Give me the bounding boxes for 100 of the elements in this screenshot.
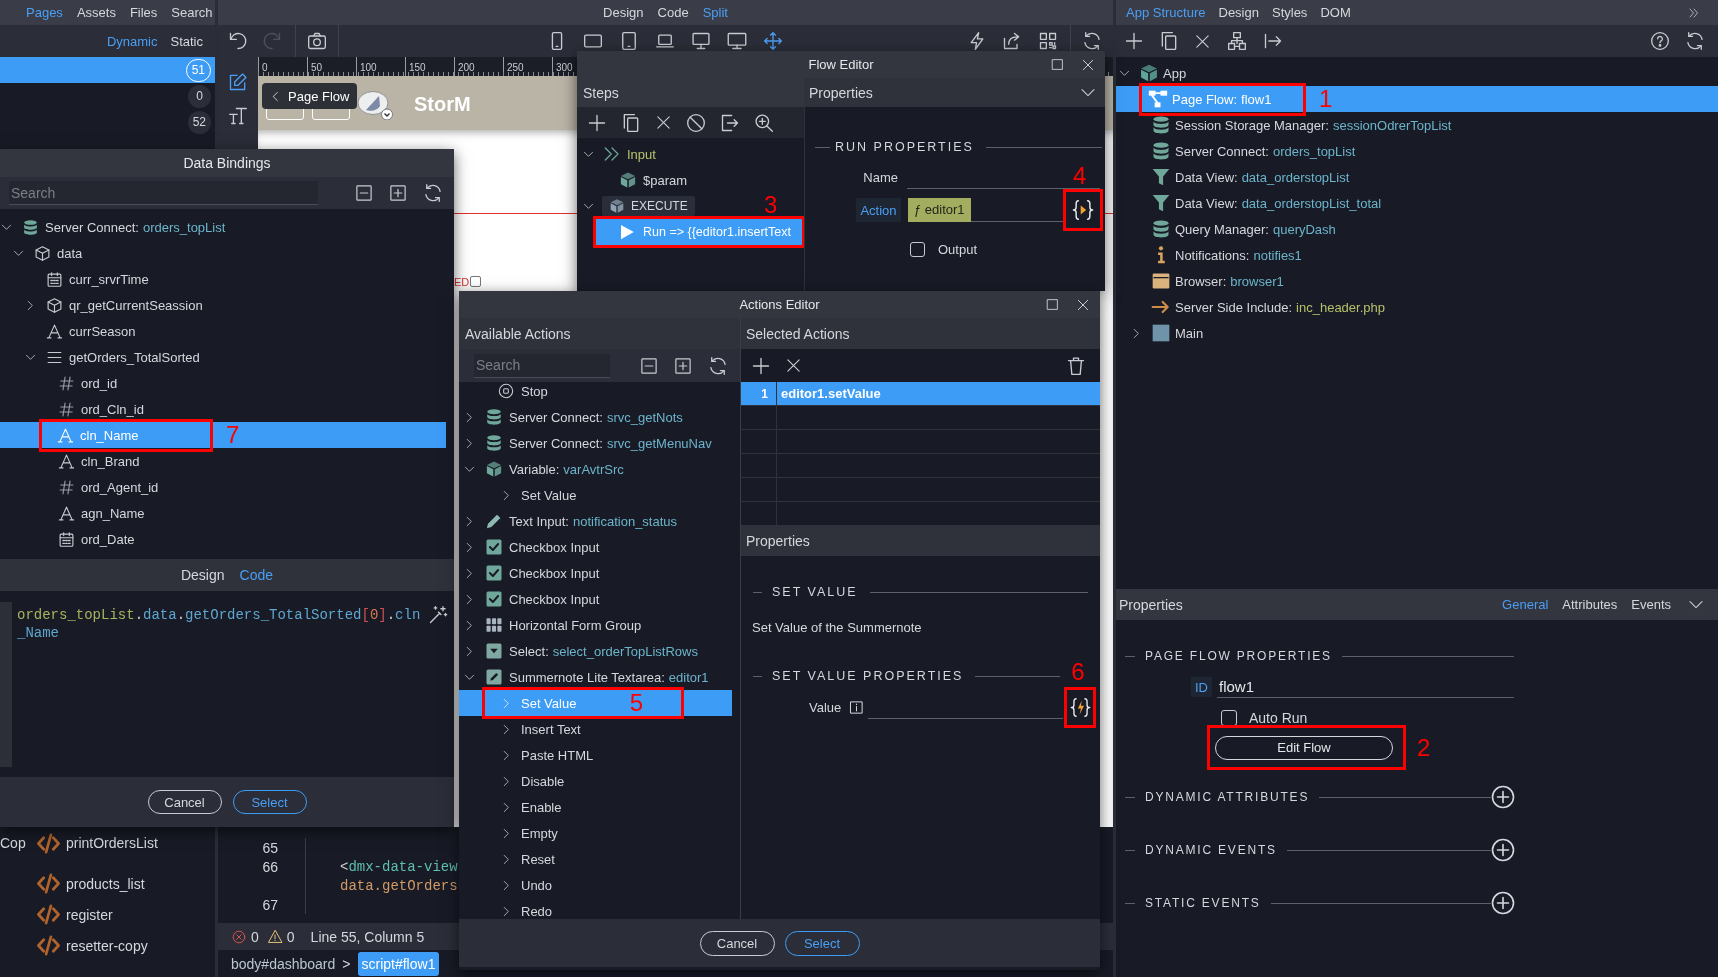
editor-tab[interactable]: Code <box>239 568 274 582</box>
expand-all-icon[interactable] <box>674 356 692 375</box>
braces-lightning-icon[interactable] <box>1069 696 1091 718</box>
tree-item[interactable]: Disable <box>459 768 732 794</box>
share-icon[interactable] <box>1002 31 1022 51</box>
monitor-icon[interactable] <box>727 31 747 51</box>
tree-item[interactable]: Select: select_orderTopListRows <box>459 638 732 664</box>
tree-item[interactable]: ord_Cln_id <box>0 396 446 422</box>
tree-item[interactable]: Session Storage Manager: sessionOdrerTopList <box>1116 112 1718 138</box>
plus-circle-icon[interactable] <box>1491 891 1515 915</box>
panel-tab[interactable]: App Structure <box>1126 6 1206 19</box>
file-name[interactable]: resetter-copy <box>66 938 148 953</box>
tree-item[interactable]: Insert Text <box>459 716 732 742</box>
search-field[interactable]: Search <box>474 353 610 378</box>
search-field[interactable]: Search <box>9 181 318 205</box>
trash-icon[interactable] <box>1066 355 1086 376</box>
tree-item[interactable]: $param <box>619 169 692 191</box>
close-icon[interactable] <box>785 357 802 374</box>
tree-item[interactable]: Summernote Lite Textarea: editor1 <box>459 664 732 690</box>
tree-item[interactable]: ord_Date <box>0 526 446 552</box>
tree-item[interactable]: curr_srvrTime <box>0 266 446 292</box>
checkbox[interactable] <box>470 276 481 287</box>
copy-icon[interactable] <box>621 112 641 133</box>
arrow-to-right-icon[interactable] <box>1263 31 1283 51</box>
panel-tab[interactable]: Files <box>129 6 158 19</box>
properties-tab[interactable]: General <box>1502 598 1549 611</box>
checkbox[interactable] <box>1221 710 1237 726</box>
desktop-icon[interactable] <box>691 31 711 51</box>
expand-all-icon[interactable] <box>389 184 407 202</box>
editor-tab[interactable]: Design <box>180 568 225 582</box>
tree-item[interactable]: qr_getCurrentSeassion <box>0 292 446 318</box>
tree-item[interactable]: Data View: data_orderstopList <box>1116 164 1718 190</box>
properties-tab[interactable]: Attributes <box>1562 598 1618 611</box>
plus-icon[interactable] <box>751 355 771 376</box>
tree-item[interactable]: Stop <box>459 382 732 404</box>
panel-tab[interactable]: Search <box>171 6 213 19</box>
properties-tab[interactable]: Events <box>1631 598 1671 611</box>
panel-tab[interactable]: Pages <box>26 6 63 19</box>
tree-item[interactable]: Input <box>603 143 660 165</box>
tree-item[interactable]: Set Value <box>459 482 732 508</box>
collapse-all-icon[interactable] <box>640 356 658 375</box>
tree-item[interactable]: EXECUTE <box>602 196 695 216</box>
refresh-icon[interactable] <box>423 183 443 203</box>
tree-item[interactable]: cln_Brand <box>0 448 446 474</box>
checkbox[interactable] <box>910 241 925 257</box>
tree-item[interactable]: App <box>1116 60 1718 86</box>
tree-item[interactable]: Server Connect: orders_topList <box>0 214 446 240</box>
id-field[interactable]: flow1 <box>1217 676 1514 698</box>
tree-item[interactable]: Checkbox Input <box>459 560 732 586</box>
tree-item[interactable]: Reset <box>459 846 732 872</box>
tree-item[interactable]: Server Side Include: inc_header.php <box>1116 294 1718 320</box>
export-icon[interactable] <box>720 112 740 133</box>
error-icon[interactable] <box>232 929 246 944</box>
filter-tab[interactable]: Static <box>170 34 203 48</box>
tree-item[interactable]: Data View: data_orderstopList_total <box>1116 190 1718 216</box>
tree-item[interactable]: Query Manager: queryDash <box>1116 216 1718 242</box>
info-icon[interactable] <box>849 699 865 715</box>
tree-item[interactable]: Empty <box>459 820 732 846</box>
panel-tab[interactable]: DOM <box>1320 6 1351 19</box>
tree-item[interactable]: Checkbox Input <box>459 586 732 612</box>
help-icon[interactable] <box>1650 31 1670 51</box>
view-tab[interactable]: Design <box>603 6 644 19</box>
collapse-all-icon[interactable] <box>355 184 373 202</box>
close-icon[interactable] <box>1081 57 1095 72</box>
tree-item[interactable]: currSeason <box>0 318 446 344</box>
tree-item[interactable]: Notifications: notifies1 <box>1116 242 1718 268</box>
panel-tab[interactable]: Assets <box>76 6 116 19</box>
plus-circle-icon[interactable] <box>1491 785 1515 809</box>
panel-tab[interactable]: Styles <box>1271 6 1308 19</box>
tree-item[interactable]: getOrders_TotalSorted <box>0 344 446 370</box>
plus-icon[interactable] <box>1124 31 1144 51</box>
refresh-icon[interactable] <box>1685 31 1705 51</box>
tablet-icon[interactable] <box>619 31 639 51</box>
zoom-in-icon[interactable] <box>754 112 774 133</box>
tree-item[interactable]: agn_Name <box>0 500 446 526</box>
close-icon[interactable] <box>655 114 672 131</box>
close-icon[interactable] <box>1194 32 1211 50</box>
tree-item[interactable]: Server Connect: srvc_getNots <box>459 404 732 430</box>
maximize-icon[interactable] <box>1046 298 1059 311</box>
tree-item[interactable]: Paste HTML <box>459 742 732 768</box>
tree-item[interactable]: ord_Agent_id <box>0 474 446 500</box>
copy-icon[interactable] <box>1159 31 1179 51</box>
edit-icon[interactable] <box>228 72 248 92</box>
undo-icon[interactable] <box>228 31 248 51</box>
filter-tab[interactable]: Dynamic <box>106 34 158 48</box>
tree-item[interactable]: Main <box>1116 320 1718 346</box>
plus-icon[interactable] <box>587 112 607 133</box>
braces-play-icon[interactable] <box>1072 199 1094 221</box>
breadcrumb-link[interactable]: body#dashboard <box>231 956 336 971</box>
tree-item[interactable]: Variable: varAvtrSrc <box>459 456 732 482</box>
action-field[interactable]: ƒ editor1 <box>908 198 1063 222</box>
tree-item[interactable]: Server Connect: srvc_getMenuNav <box>459 430 732 456</box>
ban-icon[interactable] <box>686 112 706 133</box>
tree-item[interactable]: Browser: browser1 <box>1116 268 1718 294</box>
tree-item[interactable]: data <box>0 240 446 266</box>
tree-item[interactable]: Checkbox Input <box>459 534 732 560</box>
maximize-icon[interactable] <box>1051 58 1064 71</box>
tree-item[interactable]: Server Connect: orders_topList <box>1116 138 1718 164</box>
camera-icon[interactable] <box>307 31 327 51</box>
panel-tab[interactable]: Design <box>1218 6 1259 19</box>
